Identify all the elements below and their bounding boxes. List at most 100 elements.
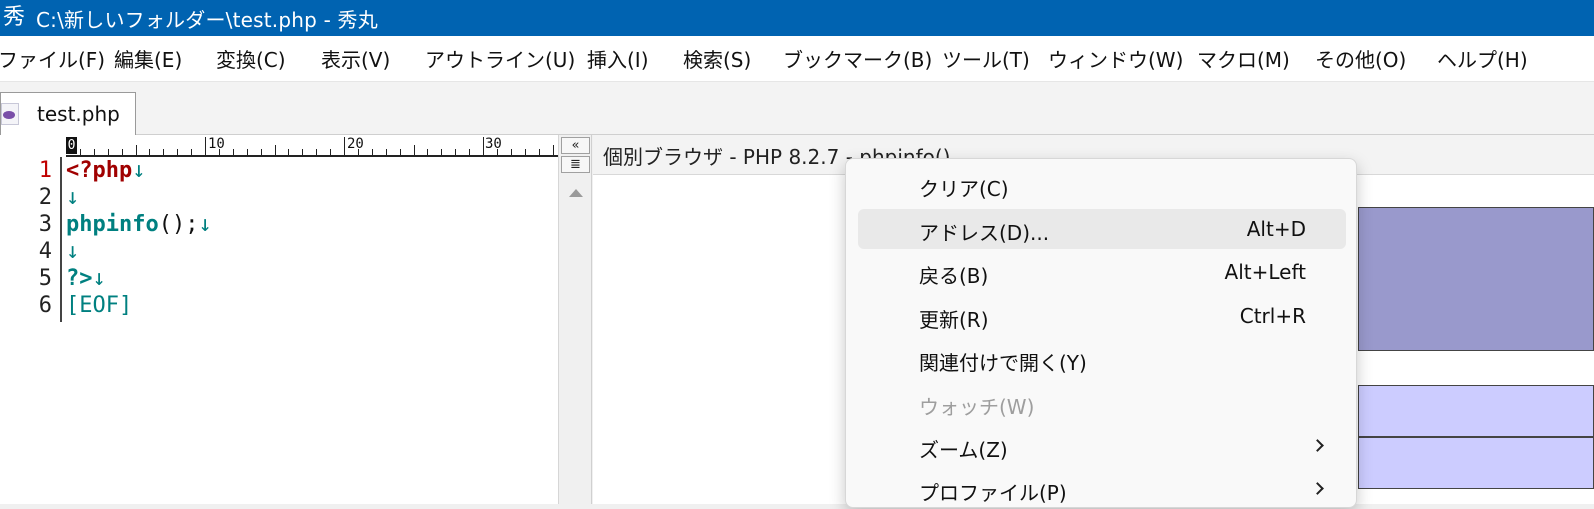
line-number: 2 (38, 185, 52, 210)
ruler-tick (288, 149, 290, 155)
ruler-tick (357, 149, 359, 155)
code-line: <?php↓ (66, 157, 556, 184)
punctuation: (); (158, 212, 199, 237)
ruler-tick (246, 149, 248, 155)
tab-test-php[interactable]: test.php (0, 92, 136, 135)
menu-item-address[interactable]: アドレス(D)... Alt+D (858, 209, 1346, 249)
menu-search[interactable]: 検索(S) (683, 44, 783, 73)
php-close-tag: ?> (66, 266, 93, 291)
menu-item-clear[interactable]: クリア(C) (858, 165, 1346, 205)
submenu-arrow-icon (1311, 439, 1324, 452)
phpinfo-row-block (1358, 437, 1594, 489)
hidemaru-app-icon[interactable]: 秀 (2, 5, 26, 31)
menu-bar: ファイル(F) 編集(E) 変換(C) 表示(V) アウトライン(U) 挿入(I… (0, 36, 1594, 82)
menu-item-zoom[interactable]: ズーム(Z) (858, 426, 1346, 466)
menu-item-label: プロファイル(P) (919, 481, 1067, 505)
phpinfo-header-block (1358, 207, 1594, 351)
line-number: 6 (38, 293, 52, 318)
ruler-tick (163, 149, 165, 155)
menu-item-label: 関連付けで開く(Y) (919, 351, 1087, 375)
ruler-tick (177, 149, 179, 155)
submenu-arrow-icon (1311, 482, 1324, 495)
ruler-tick (524, 149, 526, 155)
editor-pane[interactable]: 0 10 20 30 1 2 3 4 5 6 <?php↓ ↓ phpinfo(… (0, 135, 592, 504)
tab-bar: test.php (0, 82, 1594, 135)
ruler-tick (552, 145, 554, 155)
ruler-tick (191, 149, 193, 155)
ruler-tick (93, 149, 95, 155)
ruler-tick (121, 149, 123, 155)
ruler-tick (344, 137, 345, 155)
menu-item-label: 更新(R) (919, 308, 989, 332)
eof-marker: [EOF] (66, 293, 133, 318)
ruler-tick (205, 137, 206, 155)
outline-toggle-button[interactable]: ≣ (561, 156, 590, 173)
menu-item-label: アドレス(D)... (919, 221, 1050, 245)
code-area[interactable]: <?php↓ ↓ phpinfo();↓ ↓ ?>↓ [EOF] (66, 157, 556, 319)
menu-item-shortcut: Alt+D (1246, 217, 1306, 241)
newline-mark: ↓ (92, 266, 106, 291)
browser-context-menu: クリア(C) アドレス(D)... Alt+D 戻る(B) Alt+Left 更… (845, 158, 1357, 508)
menu-item-label: 戻る(B) (919, 264, 989, 288)
line-number-gutter[interactable]: 1 2 3 4 5 6 (0, 157, 62, 504)
newline-mark: ↓ (66, 239, 80, 264)
menu-edit[interactable]: 編集(E) (114, 44, 216, 73)
collapse-pane-button[interactable]: « (561, 137, 590, 154)
title-bar: 秀 C:\新しいフォルダー\test.php - 秀丸 (0, 0, 1594, 36)
menu-outline[interactable]: アウトライン(U) (425, 44, 587, 73)
ruler-tick (538, 149, 540, 155)
gutter-divider (60, 157, 62, 322)
ruler-tick (385, 149, 387, 155)
menu-help[interactable]: ヘルプ(H) (1437, 44, 1547, 73)
ruler-tick (274, 145, 276, 155)
ruler-tick (330, 149, 332, 155)
ruler-tick (316, 149, 318, 155)
code-line: ?>↓ (66, 265, 556, 292)
ruler-label: 30 (485, 136, 502, 152)
menu-other[interactable]: その他(O) (1315, 44, 1437, 73)
line-number: 3 (38, 212, 52, 237)
function-call: phpinfo (66, 212, 159, 237)
newline-mark: ↓ (198, 212, 212, 237)
menu-bookmark[interactable]: ブックマーク(B) (783, 44, 942, 73)
menu-file[interactable]: ファイル(F) (0, 44, 114, 73)
menu-view[interactable]: 表示(V) (321, 44, 425, 73)
ruler-tick (302, 149, 304, 155)
ruler-tick (218, 149, 220, 155)
ruler-tick (232, 149, 234, 155)
ruler-tick (413, 145, 415, 155)
menu-tools[interactable]: ツール(T) (942, 44, 1048, 73)
code-line: phpinfo();↓ (66, 211, 556, 238)
window-title: C:\新しいフォルダー\test.php - 秀丸 (36, 7, 378, 32)
code-line: ↓ (66, 184, 556, 211)
scroll-up-arrow-icon[interactable] (569, 189, 583, 197)
menu-item-label: クリア(C) (919, 177, 1009, 201)
ruler-tick (135, 145, 137, 155)
menu-item-label: ズーム(Z) (919, 438, 1008, 462)
menu-convert[interactable]: 変換(C) (216, 44, 321, 73)
menu-item-shortcut: Alt+Left (1224, 260, 1306, 284)
menu-item-back[interactable]: 戻る(B) Alt+Left (858, 252, 1346, 292)
ruler-tick (483, 137, 484, 155)
ruler-tick (469, 149, 471, 155)
ruler-tick (427, 149, 429, 155)
ruler-cursor-marker: 0 (66, 137, 77, 154)
php-open-tag: <?php (66, 158, 133, 183)
menu-item-open-with-association[interactable]: 関連付けで開く(Y) (858, 339, 1346, 379)
menu-macro[interactable]: マクロ(M) (1197, 44, 1315, 73)
ruler-tick (496, 149, 498, 155)
menu-item-label: ウォッチ(W) (919, 395, 1035, 419)
menu-item-shortcut: Ctrl+R (1239, 304, 1306, 328)
menu-item-profile[interactable]: プロファイル(P) (858, 469, 1346, 509)
menu-item-refresh[interactable]: 更新(R) Ctrl+R (858, 296, 1346, 336)
ruler-tick (455, 149, 457, 155)
menu-item-watch: ウォッチ(W) (858, 383, 1346, 423)
menu-insert[interactable]: 挿入(I) (587, 44, 683, 73)
editor-vertical-scrollbar[interactable]: « ≣ (558, 135, 591, 504)
newline-mark: ↓ (132, 158, 146, 183)
code-line: [EOF] (66, 292, 556, 319)
ruler-tick (441, 149, 443, 155)
tab-label: test.php (37, 102, 120, 126)
menu-window[interactable]: ウィンドウ(W) (1048, 44, 1197, 73)
ruler-label: 10 (208, 136, 225, 152)
